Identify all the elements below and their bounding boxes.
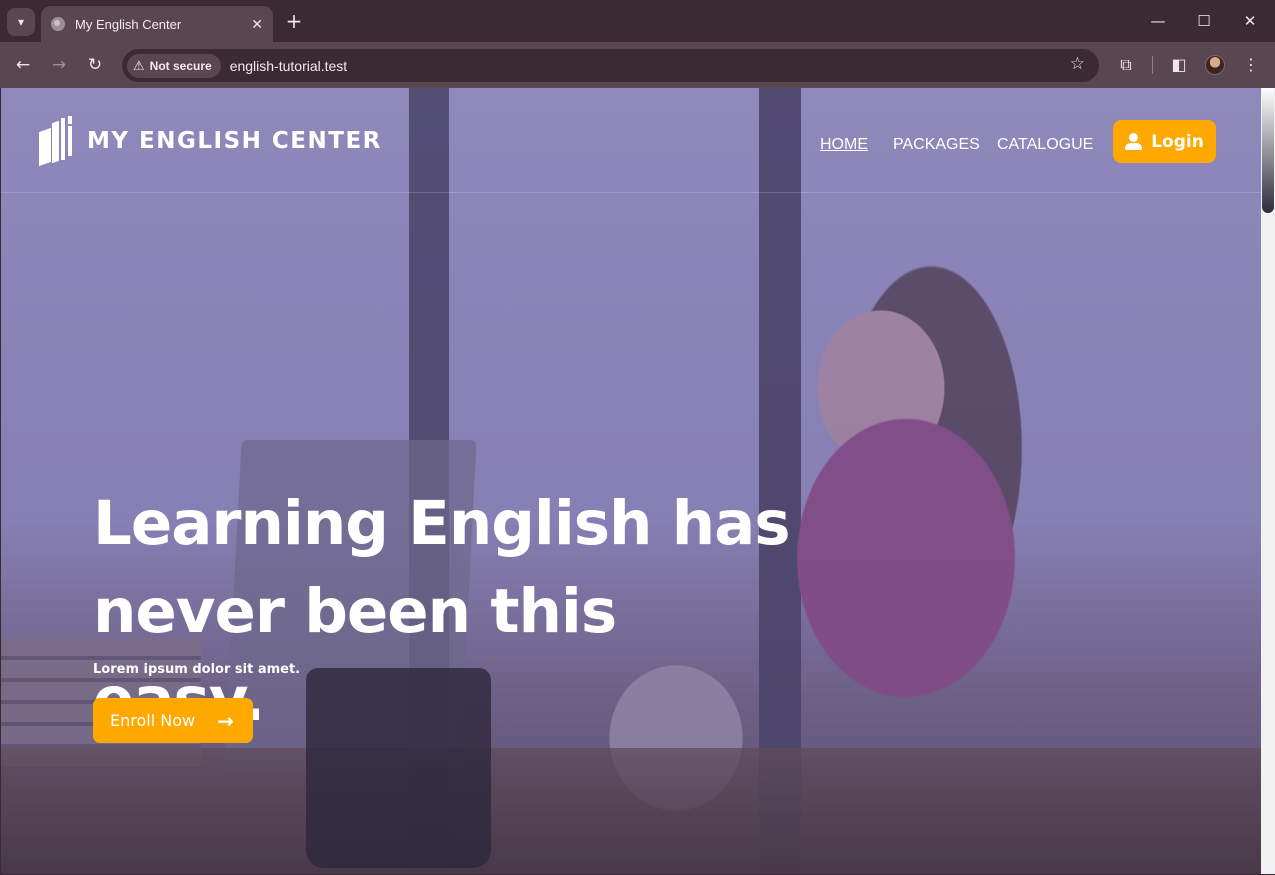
nav-packages[interactable]: PACKAGES bbox=[893, 136, 980, 154]
page-viewport: MY ENGLISH CENTER HOME PACKAGES CATALOGU… bbox=[1, 88, 1261, 874]
login-button[interactable]: Login bbox=[1113, 120, 1216, 163]
warning-icon: ⚠ bbox=[133, 57, 145, 73]
desk-image bbox=[1, 748, 1261, 874]
security-chip-label: Not secure bbox=[149, 58, 212, 73]
login-label: Login bbox=[1151, 131, 1204, 152]
book-logo-icon bbox=[37, 116, 75, 167]
forward-button[interactable]: → bbox=[46, 52, 72, 78]
back-button[interactable]: ← bbox=[10, 52, 36, 78]
close-window-button[interactable]: ✕ bbox=[1227, 8, 1273, 34]
browser-toolbar: ← → ↻ ⚠ Not secure english-tutorial.test… bbox=[0, 42, 1275, 88]
extensions-icon[interactable]: ⧉ bbox=[1113, 52, 1139, 78]
arrow-right-icon: → bbox=[217, 708, 234, 733]
user-icon bbox=[1125, 133, 1143, 150]
tab-title: My English Center bbox=[75, 16, 182, 32]
minimize-button[interactable]: — bbox=[1135, 8, 1181, 34]
browser-tab[interactable]: My English Center ✕ bbox=[41, 6, 273, 42]
browser-tab-strip: ▾ My English Center ✕ + — ☐ ✕ bbox=[0, 0, 1275, 42]
globe-icon bbox=[51, 17, 65, 31]
security-chip[interactable]: ⚠ Not secure bbox=[127, 53, 221, 78]
site-header: MY ENGLISH CENTER HOME PACKAGES CATALOGU… bbox=[1, 88, 1261, 193]
new-tab-button[interactable]: + bbox=[283, 9, 305, 33]
toolbar-divider bbox=[1152, 56, 1153, 74]
address-bar[interactable]: ⚠ Not secure english-tutorial.test ☆ bbox=[122, 49, 1099, 82]
arrow-left-icon: ← bbox=[15, 55, 31, 75]
chevron-down-icon: ▾ bbox=[17, 15, 25, 29]
reload-button[interactable]: ↻ bbox=[82, 52, 108, 78]
enroll-now-button[interactable]: Enroll Now → bbox=[93, 698, 253, 743]
tab-search-button[interactable]: ▾ bbox=[7, 8, 35, 36]
url-text[interactable]: english-tutorial.test bbox=[230, 58, 348, 74]
hero-title-line1: Learning English has bbox=[93, 488, 791, 559]
side-panel-icon[interactable]: ◧ bbox=[1166, 52, 1192, 78]
menu-dots-icon[interactable]: ⋮ bbox=[1238, 52, 1264, 78]
site-logo[interactable]: MY ENGLISH CENTER bbox=[37, 116, 382, 167]
arrow-right-icon: → bbox=[51, 55, 67, 75]
reload-icon: ↻ bbox=[87, 55, 103, 75]
maximize-button[interactable]: ☐ bbox=[1181, 8, 1227, 34]
brand-name: MY ENGLISH CENTER bbox=[87, 128, 382, 154]
nav-catalogue[interactable]: CATALOGUE bbox=[997, 136, 1093, 154]
profile-avatar[interactable] bbox=[1205, 55, 1225, 75]
hero-subtitle: Lorem ipsum dolor sit amet. bbox=[93, 662, 301, 677]
enroll-now-label: Enroll Now bbox=[110, 711, 196, 730]
nav-home[interactable]: HOME bbox=[820, 136, 868, 154]
tab-close-icon[interactable]: ✕ bbox=[251, 16, 263, 33]
page-scrollbar-thumb[interactable] bbox=[1262, 88, 1274, 213]
bookmark-star-icon[interactable]: ☆ bbox=[1070, 54, 1085, 74]
